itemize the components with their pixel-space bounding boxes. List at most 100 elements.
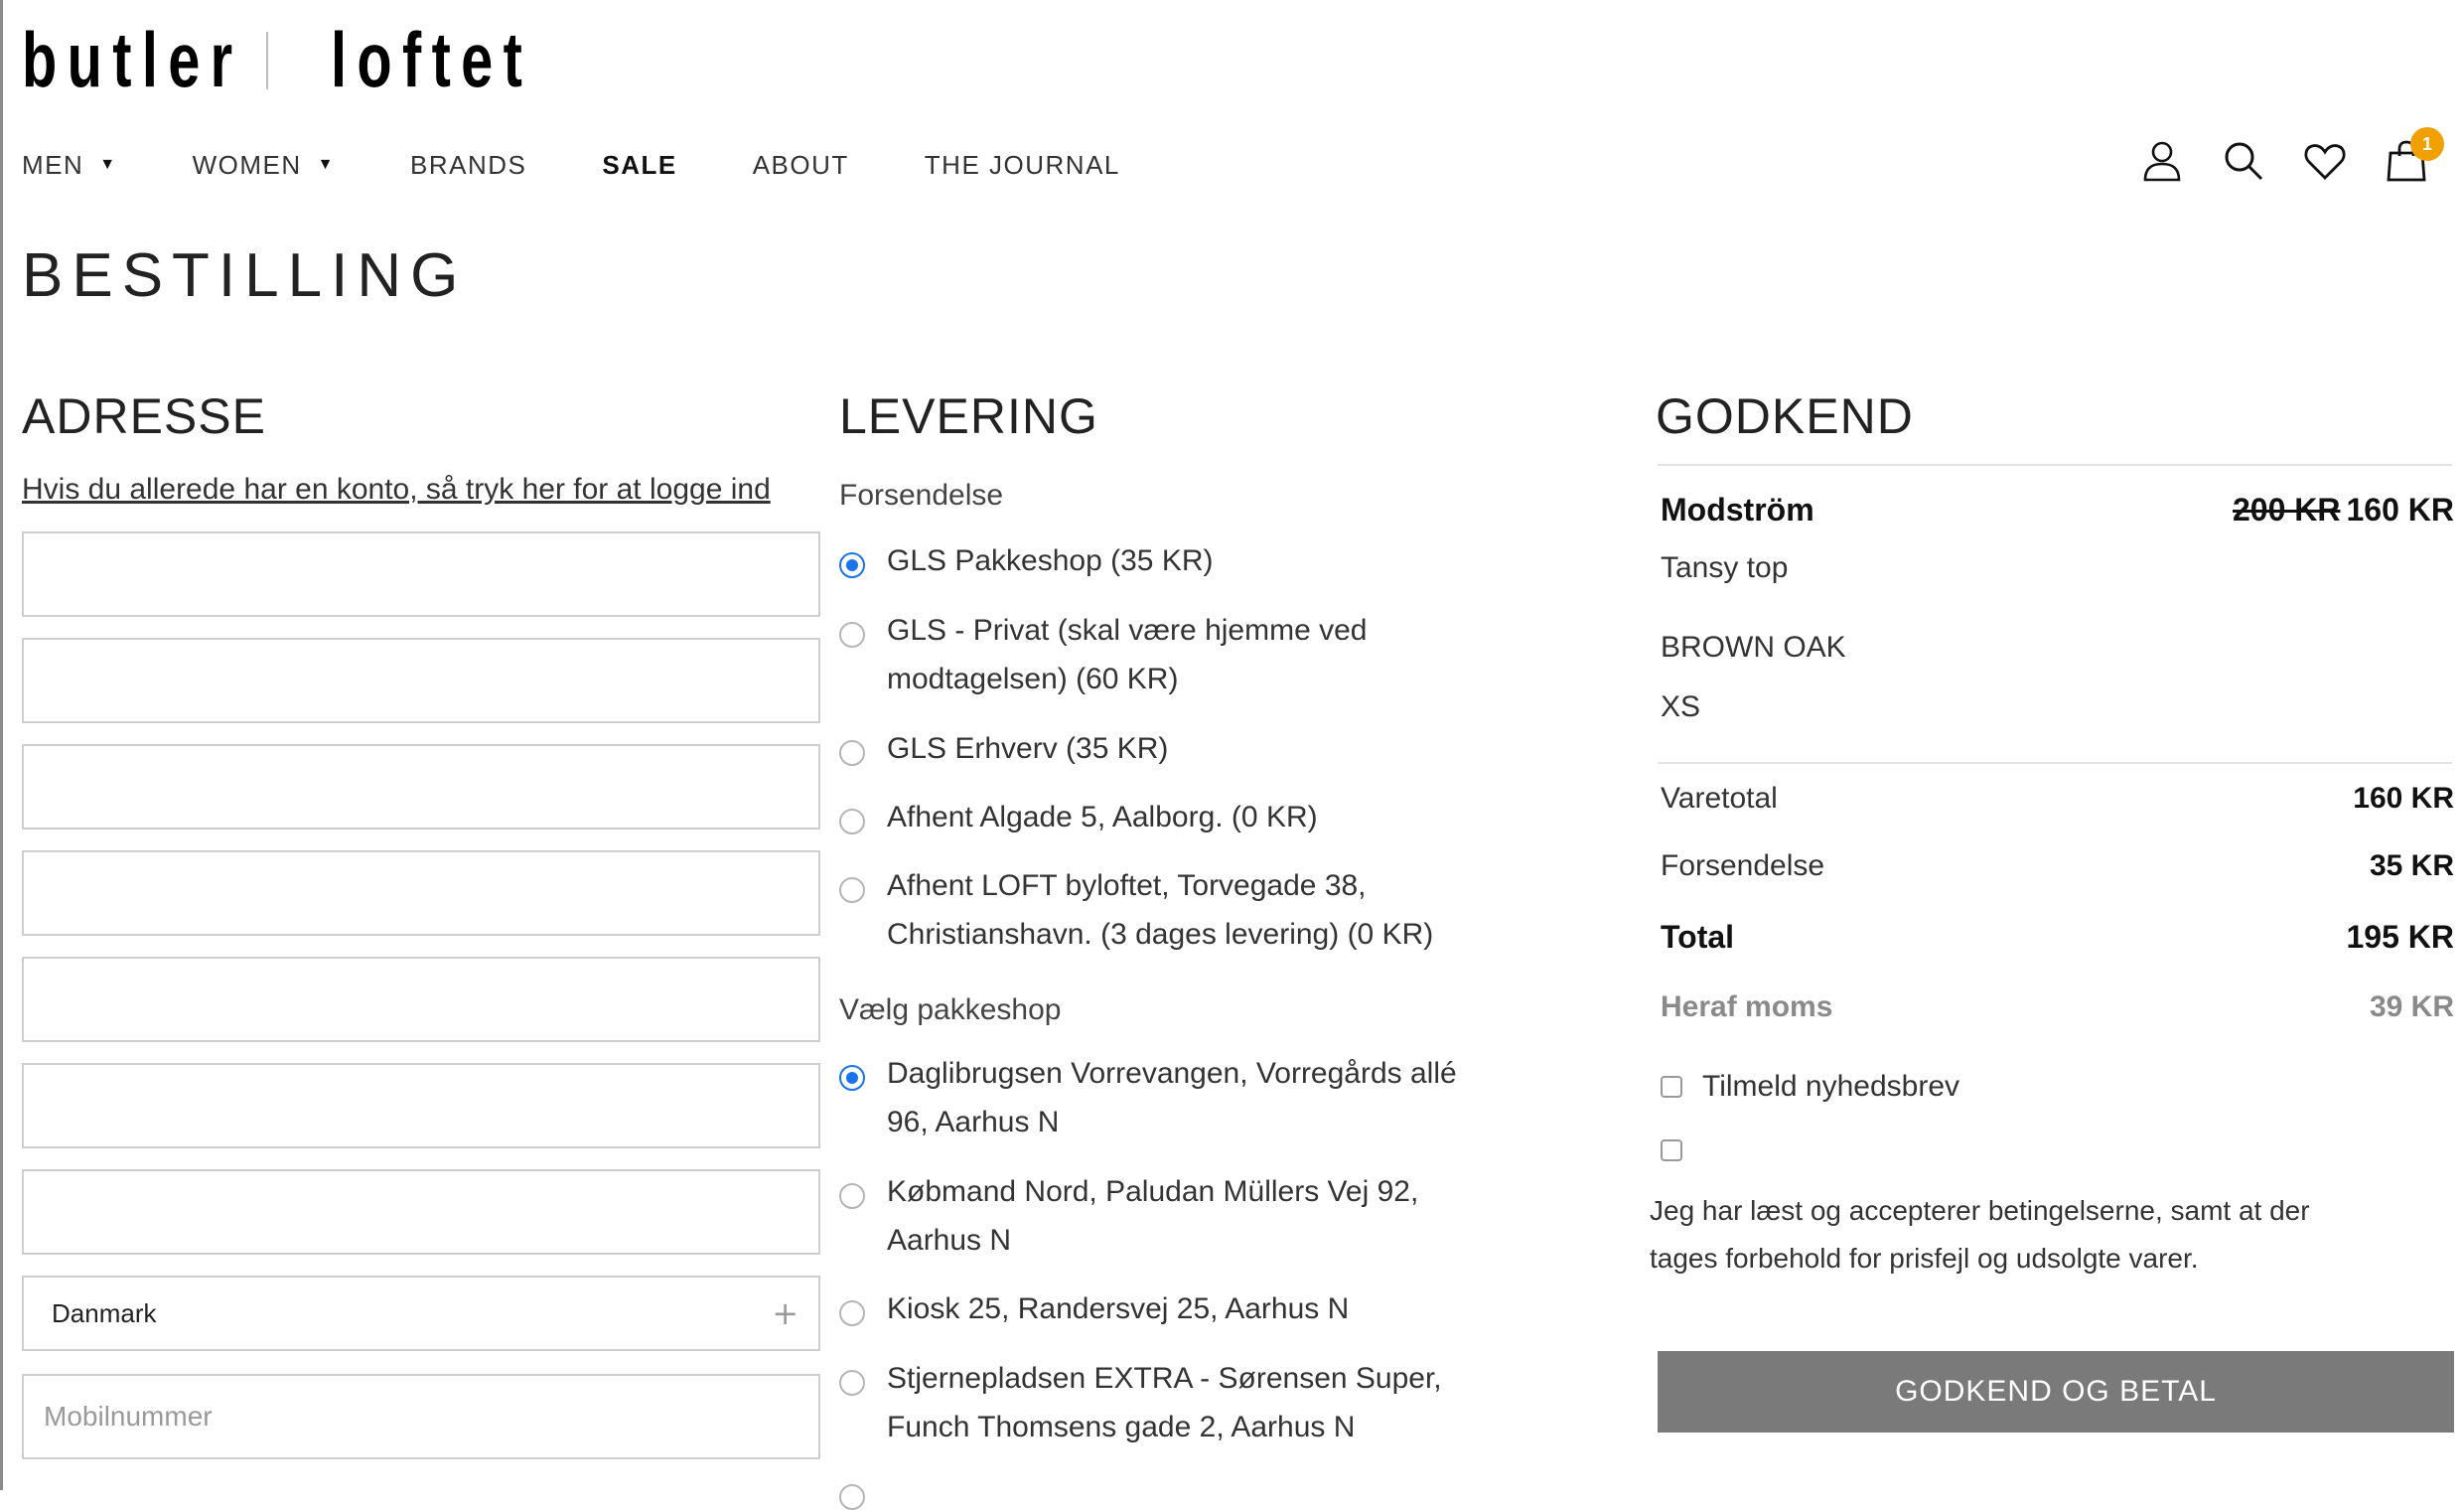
phone-input[interactable] (24, 1376, 818, 1457)
shipping-row: Forsendelse 35 KR (1661, 849, 2454, 883)
approve-section: GODKEND Modström 200 KR 160 KR Tansy top … (1650, 378, 2454, 1433)
address-heading: ADRESSE (22, 388, 266, 444)
radio-selected[interactable] (839, 552, 865, 578)
nav-label: WOMEN (192, 149, 302, 180)
address-section: ADRESSE Hvis du allerede har en konto, s… (22, 378, 820, 1459)
shipping-option-gls-pakkeshop[interactable]: GLS Pakkeshop (35 KR) (839, 544, 1495, 585)
pakkeshop-option-stjernepladsen[interactable]: Stjernepladsen EXTRA - Sørensen Super, F… (839, 1362, 1495, 1451)
cart-count-badge: 1 (2410, 127, 2444, 161)
pakkeshop-option-kiosk-25[interactable]: Kiosk 25, Randersvej 25, Aarhus N (839, 1292, 1495, 1333)
option-label: Afhent LOFT byloftet, Torvegade 38, Chri… (887, 869, 1434, 951)
shipping-cost-label: Forsendelse (1661, 849, 1825, 882)
radio[interactable] (839, 1183, 865, 1209)
pakkeshop-option-daglibrugsen[interactable]: Daglibrugsen Vorrevangen, Vorregårds all… (839, 1057, 1495, 1146)
address-field-6[interactable] (22, 1063, 820, 1148)
caret-down-icon: ▼ (317, 156, 336, 173)
terms-text: Jeg har læst og accepterer betingelserne… (1650, 1195, 2310, 1274)
shipping-option-gls-privat[interactable]: GLS - Privat (skal være hjemme ved modta… (839, 614, 1495, 703)
nav-label: SALE (602, 149, 677, 180)
option-label: GLS Pakkeshop (35 KR) (887, 544, 1214, 577)
radio[interactable] (839, 622, 865, 648)
phone-field[interactable] (22, 1374, 820, 1459)
approve-and-pay-button[interactable]: GODKEND OG BETAL (1658, 1351, 2454, 1433)
address-field-5[interactable] (22, 957, 820, 1042)
delivery-section: LEVERING Forsendelse GLS Pakkeshop (35 K… (839, 378, 1475, 1510)
total-value: 195 KR (2346, 919, 2455, 955)
shopping-bag-icon[interactable]: 1 (2383, 127, 2444, 185)
brand-logo[interactable]: butler loftet (22, 16, 522, 103)
country-select[interactable]: Danmark + (22, 1276, 820, 1351)
radio[interactable] (839, 1300, 865, 1326)
plus-icon: + (772, 1294, 798, 1332)
shipping-option-gls-erhverv[interactable]: GLS Erhverv (35 KR) (839, 732, 1495, 773)
radio-selected[interactable] (839, 1065, 865, 1091)
address-input-1[interactable] (24, 533, 818, 615)
approve-heading: GODKEND (1656, 388, 1914, 444)
shipping-option-christianshavn[interactable]: Afhent LOFT byloftet, Torvegade 38, Chri… (839, 869, 1495, 959)
vat-row: Heraf moms 39 KR (1661, 990, 2454, 1024)
divider (1658, 762, 2452, 764)
newsletter-checkbox-row[interactable]: Tilmeld nyhedsbrev (1661, 1070, 1959, 1104)
address-input-3[interactable] (24, 746, 818, 828)
main-nav: MEN ▼ WOMEN ▼ BRANDS SALE ABOUT THE JOUR… (22, 149, 1196, 181)
subtotal-label: Varetotal (1661, 782, 1778, 815)
address-field-4[interactable] (22, 850, 820, 936)
address-field-2[interactable] (22, 638, 820, 723)
newsletter-label: Tilmeld nyhedsbrev (1702, 1070, 1959, 1103)
address-input-2[interactable] (24, 640, 818, 721)
radio[interactable] (839, 877, 865, 903)
address-field-3[interactable] (22, 744, 820, 830)
radio[interactable] (839, 809, 865, 834)
nav-item-about[interactable]: ABOUT (753, 150, 849, 181)
nav-item-women[interactable]: WOMEN ▼ (193, 150, 335, 181)
address-input-4[interactable] (24, 852, 818, 934)
pakkeshop-label: Vælg pakkeshop (839, 993, 1062, 1026)
vat-value: 39 KR (2369, 990, 2454, 1023)
nav-item-journal[interactable]: THE JOURNAL (925, 150, 1120, 181)
nav-label: MEN (22, 149, 84, 180)
product-brand: Modström (1661, 492, 1814, 528)
radio[interactable] (839, 1484, 865, 1510)
product-size: XS (1661, 690, 1701, 723)
option-label: Afhent Algade 5, Aalborg. (0 KR) (887, 801, 1318, 833)
nav-item-men[interactable]: MEN ▼ (22, 150, 117, 181)
address-field-1[interactable] (22, 531, 820, 617)
shipping-option-aalborg[interactable]: Afhent Algade 5, Aalborg. (0 KR) (839, 801, 1495, 841)
nav-label: ABOUT (752, 149, 849, 180)
subtotal-row: Varetotal 160 KR (1661, 782, 2454, 816)
address-field-7[interactable] (22, 1169, 820, 1255)
heart-icon[interactable] (2301, 137, 2349, 185)
product-brand-row: Modström 200 KR 160 KR (1661, 492, 2454, 528)
nav-item-sale[interactable]: SALE (602, 150, 676, 181)
vat-label: Heraf moms (1661, 990, 1833, 1023)
user-icon[interactable] (2138, 137, 2186, 185)
terms-checkbox[interactable] (1661, 1139, 1682, 1161)
address-input-6[interactable] (24, 1065, 818, 1146)
option-label: GLS - Privat (skal være hjemme ved modta… (887, 614, 1368, 695)
logo-divider (266, 32, 268, 89)
newsletter-checkbox[interactable] (1661, 1076, 1682, 1098)
nav-item-brands[interactable]: BRANDS (410, 150, 526, 181)
pakkeshop-option-kobmand-nord[interactable]: Købmand Nord, Paludan Müllers Vej 92, Aa… (839, 1175, 1495, 1265)
radio[interactable] (839, 1370, 865, 1396)
total-label: Total (1661, 919, 1735, 955)
logo-word-butler: butler (22, 15, 243, 103)
login-link[interactable]: Hvis du allerede har en konto, så tryk h… (22, 473, 771, 507)
search-icon[interactable] (2220, 137, 2267, 185)
option-label: Kiosk 25, Randersvej 25, Aarhus N (887, 1292, 1350, 1325)
radio[interactable] (839, 740, 865, 766)
option-label: Stjernepladsen EXTRA - Sørensen Super, F… (887, 1362, 1442, 1443)
header-icons: 1 (2104, 127, 2444, 185)
total-row: Total 195 KR (1661, 919, 2454, 956)
product-name: Tansy top (1661, 551, 1789, 584)
terms-checkbox-row[interactable] (1661, 1139, 1682, 1161)
address-input-5[interactable] (24, 959, 818, 1040)
option-label: Daglibrugsen Vorrevangen, Vorregårds all… (887, 1057, 1457, 1138)
product-price: 160 KR (2346, 492, 2455, 528)
product-old-price: 200 KR (2233, 492, 2341, 528)
address-input-7[interactable] (24, 1171, 818, 1253)
page-title: BESTILLING (22, 241, 468, 310)
pakkeshop-option-partial[interactable] (839, 1478, 1495, 1510)
logo-word-loftet: loftet (331, 15, 533, 103)
country-value: Danmark (52, 1297, 157, 1328)
